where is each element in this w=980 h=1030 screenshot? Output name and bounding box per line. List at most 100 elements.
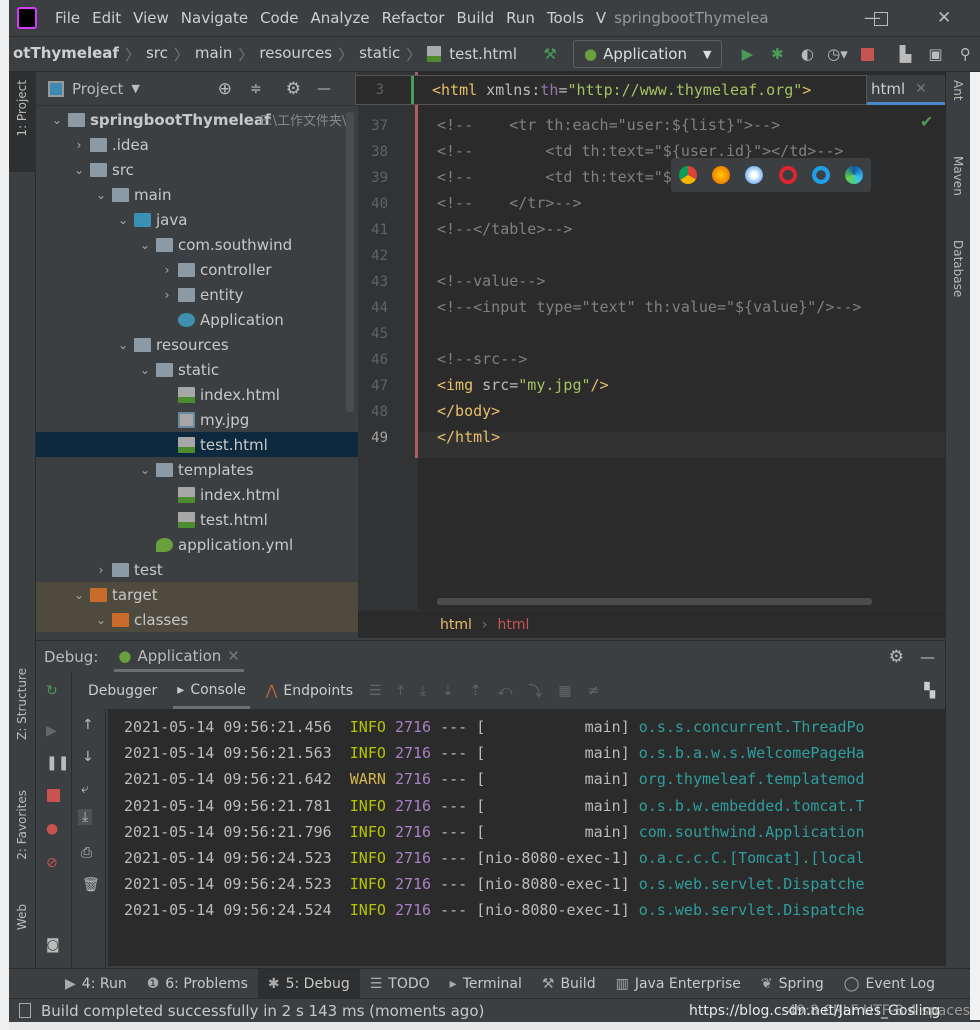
event-icon[interactable] <box>19 1003 31 1018</box>
coverage-icon[interactable]: ◐ <box>796 43 818 65</box>
chevron-down-icon[interactable]: ⌄ <box>94 613 108 627</box>
chevron-down-icon[interactable]: ⌄ <box>116 213 130 227</box>
chevron-down-icon[interactable]: ⌄ <box>138 238 152 252</box>
debug-icon[interactable]: ✱ <box>766 43 788 65</box>
tree-item[interactable]: ⌄ main <box>36 182 358 207</box>
build-hammer-icon[interactable]: ⚒ <box>539 43 561 65</box>
tree-item[interactable]: ⌄ classes <box>36 607 358 632</box>
maximize-button[interactable] <box>874 12 888 26</box>
chevron-right-icon[interactable]: › <box>160 263 174 277</box>
tree-item[interactable]: ⌄ springbootThymeleaf E:\工作文件夹\ <box>36 107 358 132</box>
evaluate-icon[interactable]: ▦ <box>558 683 571 699</box>
camera-icon[interactable]: ◙ <box>46 937 60 953</box>
web-tool-button[interactable]: Web <box>15 904 29 930</box>
scroll-to-end-icon[interactable]: ⤓ <box>78 809 93 825</box>
breadcrumb-html[interactable]: html <box>440 617 472 633</box>
tree-item[interactable]: › .idea <box>36 132 358 157</box>
resume-icon[interactable]: ▶ <box>46 723 57 739</box>
tree-item[interactable]: ⌄ target <box>36 582 358 607</box>
menu-edit[interactable]: Edit <box>86 9 127 27</box>
chevron-down-icon[interactable]: ⌄ <box>50 113 64 127</box>
chevron-down-icon[interactable]: ⌄ <box>72 588 86 602</box>
step-out-icon[interactable]: ⇡ <box>470 683 482 699</box>
toolwindow-debug[interactable]: ✱ 5: Debug <box>257 968 360 999</box>
code-editor[interactable]: 37 38 39 40 41 42 43 44 45 46 47 48 49 <!-- <tr th:e… <box>355 72 945 610</box>
status-message[interactable]: Build completed successfully in 2 s 143 … <box>41 1002 484 1020</box>
tree-item[interactable]: test.html <box>36 432 358 457</box>
project-structure-icon[interactable]: ▙ <box>894 43 916 65</box>
breadcrumb-item[interactable]: main <box>191 44 236 65</box>
safari-icon[interactable] <box>745 166 764 184</box>
tree-item[interactable]: ⌄ static <box>36 357 358 382</box>
chevron-right-icon[interactable]: › <box>94 563 108 577</box>
collapse-all-icon[interactable]: ≑ <box>250 81 262 97</box>
debug-session-tab[interactable]: ● Application ✕ <box>114 643 244 672</box>
edge-icon[interactable] <box>845 166 864 184</box>
menu-analyze[interactable]: Analyze <box>304 9 375 27</box>
stop-icon[interactable] <box>47 789 60 802</box>
menu-code[interactable]: Code <box>254 9 304 27</box>
close-button[interactable]: ✕ <box>937 8 951 28</box>
tree-item[interactable]: ⌄ templates <box>36 457 358 482</box>
breadcrumb-item[interactable]: src <box>142 44 172 65</box>
stop-icon[interactable] <box>856 43 878 65</box>
drop-frame-icon[interactable]: ⤺ <box>497 683 512 699</box>
menu-v[interactable]: V <box>590 9 612 27</box>
tree-item[interactable]: › test <box>36 557 358 582</box>
chrome-icon[interactable] <box>678 166 697 184</box>
soft-wrap-icon[interactable]: ⤶ <box>81 781 89 797</box>
code-line[interactable]: <!--src--> <box>437 350 527 368</box>
code-line[interactable]: </html> <box>437 428 500 446</box>
code-line[interactable]: <img src="my.jpg"/> <box>437 376 609 394</box>
down-icon[interactable]: ↓ <box>82 749 94 765</box>
tree-item[interactable]: my.jpg <box>36 407 358 432</box>
tab-endpoints[interactable]: ⋀ Endpoints <box>266 683 353 699</box>
profile-icon[interactable]: ◷▾ <box>826 43 848 65</box>
menu-tools[interactable]: Tools <box>541 9 590 27</box>
chevron-down-icon[interactable]: ▼ <box>131 82 139 95</box>
close-tab-icon[interactable]: ✕ <box>915 81 927 97</box>
search-icon[interactable]: ⚲ <box>954 43 976 65</box>
chevron-right-icon[interactable]: › <box>72 138 86 152</box>
gear-icon[interactable]: ⚙ <box>889 647 904 667</box>
menu-run[interactable]: Run <box>500 9 541 27</box>
show-execution-point-icon[interactable]: ⤒ <box>398 683 404 699</box>
menu-build[interactable]: Build <box>451 9 501 27</box>
toolwindow-build[interactable]: ⚒ Build <box>532 969 606 999</box>
tab-console[interactable]: ▸ Console <box>173 673 250 709</box>
editor-tab-test-html[interactable]: html ✕ <box>867 75 945 105</box>
menu-file[interactable]: File <box>49 9 86 27</box>
step-over-icon[interactable]: ⤓ <box>420 683 426 699</box>
hide-icon[interactable]: — <box>317 81 331 97</box>
firefox-icon[interactable] <box>711 166 730 184</box>
chevron-down-icon[interactable]: ⌄ <box>138 363 152 377</box>
mute-breakpoints-icon[interactable]: ⊘ <box>46 855 58 871</box>
editor-h-scrollbar[interactable] <box>437 598 872 605</box>
toolwindow-event-log[interactable]: ◯ Event Log <box>834 969 945 999</box>
breadcrumb-html[interactable]: html <box>498 617 530 633</box>
code-line[interactable]: <!--value--> <box>437 272 545 290</box>
tab-debugger[interactable]: Debugger <box>88 683 157 699</box>
step-into-icon[interactable]: ⇣ <box>442 683 454 699</box>
gear-icon[interactable]: ⚙ <box>286 79 301 99</box>
opera-icon[interactable] <box>778 166 797 184</box>
tree-item[interactable]: › entity <box>36 282 358 307</box>
structure-tool-button[interactable]: Z: Structure <box>15 668 29 740</box>
frames-icon[interactable]: ☰ <box>369 683 382 699</box>
tree-item[interactable]: ⌄ resources <box>36 332 358 357</box>
code-line[interactable]: <!-- </tr>--> <box>437 194 582 212</box>
code-line[interactable]: <!-- <tr th:each="user:${list}">--> <box>437 116 780 134</box>
rerun-icon[interactable]: ↻ <box>46 683 58 699</box>
code-line[interactable]: </body> <box>437 402 500 420</box>
chevron-down-icon[interactable]: ⌄ <box>138 463 152 477</box>
console-output[interactable]: 2021-05-14 09:56:21.456 INFO 2716 --- [ … <box>108 709 945 966</box>
breadcrumb-file[interactable]: test.html <box>445 45 521 63</box>
tree-item[interactable]: ⌄ src <box>36 157 358 182</box>
toolwindow-spring[interactable]: ❦ Spring <box>751 969 834 999</box>
tree-item[interactable]: application.yml <box>36 532 358 557</box>
tree-item[interactable]: index.html <box>36 482 358 507</box>
tree-item[interactable]: Application <box>36 307 358 332</box>
locate-icon[interactable]: ⊕ <box>218 79 232 99</box>
chevron-down-icon[interactable]: ⌄ <box>116 338 130 352</box>
ant-tool-button[interactable]: Ant <box>951 80 965 101</box>
